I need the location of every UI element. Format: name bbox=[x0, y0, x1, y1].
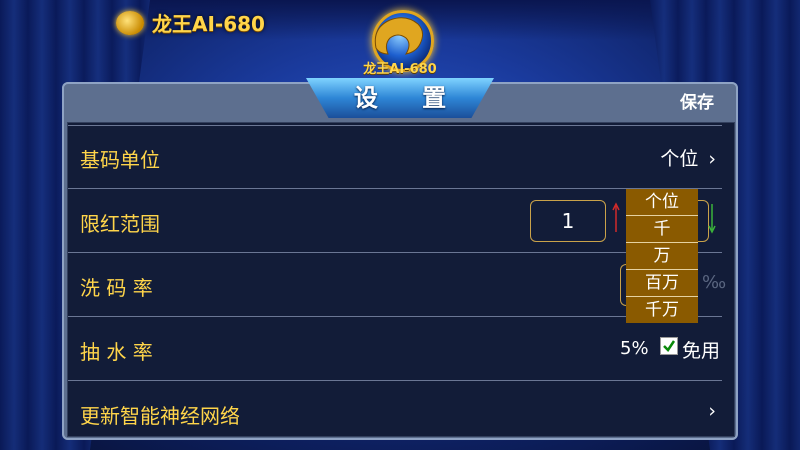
dropdown-option[interactable]: 万 bbox=[626, 243, 698, 270]
arrow-up-icon[interactable] bbox=[612, 202, 620, 234]
logo-text: 龙王AI-680 bbox=[363, 62, 437, 77]
unit-dropdown: 个位 千 万 百万 千万 bbox=[626, 189, 698, 323]
chevron-right-icon: › bbox=[708, 400, 716, 422]
base-unit-label: 基码单位 bbox=[80, 148, 160, 172]
setting-row-commission-rate: 抽 水 率 5% 免用 bbox=[68, 318, 722, 381]
setting-row-bet-limit: 限红范围 1 bbox=[68, 190, 722, 253]
dropdown-option[interactable]: 个位 bbox=[626, 189, 698, 216]
dropdown-option[interactable]: 千万 bbox=[626, 297, 698, 323]
dragon-logo-icon bbox=[116, 10, 144, 35]
base-unit-value-text: 个位 bbox=[660, 148, 699, 170]
setting-row-base-unit[interactable]: 基码单位 个位 › bbox=[68, 126, 722, 189]
check-icon bbox=[663, 340, 676, 352]
dropdown-option[interactable]: 百万 bbox=[626, 270, 698, 297]
brand: 龙王AI-680 bbox=[116, 8, 265, 37]
commission-rate-label: 抽 水 率 bbox=[80, 340, 153, 364]
rebate-rate-label: 洗 码 率 bbox=[80, 276, 153, 300]
base-unit-value[interactable]: 个位 › bbox=[660, 144, 716, 171]
save-button[interactable]: 保存 bbox=[680, 88, 714, 113]
brand-name: 龙王AI-680 bbox=[152, 12, 265, 36]
exempt-checkbox[interactable] bbox=[660, 337, 678, 355]
exempt-label: 免用 bbox=[682, 340, 721, 362]
setting-row-rebate-rate: 洗 码 率 ‰ bbox=[68, 254, 726, 317]
dropdown-option[interactable]: 千 bbox=[626, 216, 698, 243]
chevron-right-icon: › bbox=[708, 148, 716, 170]
bet-limit-label: 限红范围 bbox=[80, 212, 160, 236]
permille-unit: ‰ bbox=[702, 272, 727, 293]
bet-limit-min-input[interactable]: 1 bbox=[530, 200, 606, 242]
commission-rate-value: 5% bbox=[620, 338, 649, 359]
page-title: 设 置 bbox=[353, 84, 465, 112]
setting-row-update-network[interactable]: 更新智能神经网络 › bbox=[68, 382, 722, 444]
arrow-down-icon[interactable] bbox=[708, 202, 716, 234]
update-network-label: 更新智能神经网络 bbox=[80, 404, 240, 428]
